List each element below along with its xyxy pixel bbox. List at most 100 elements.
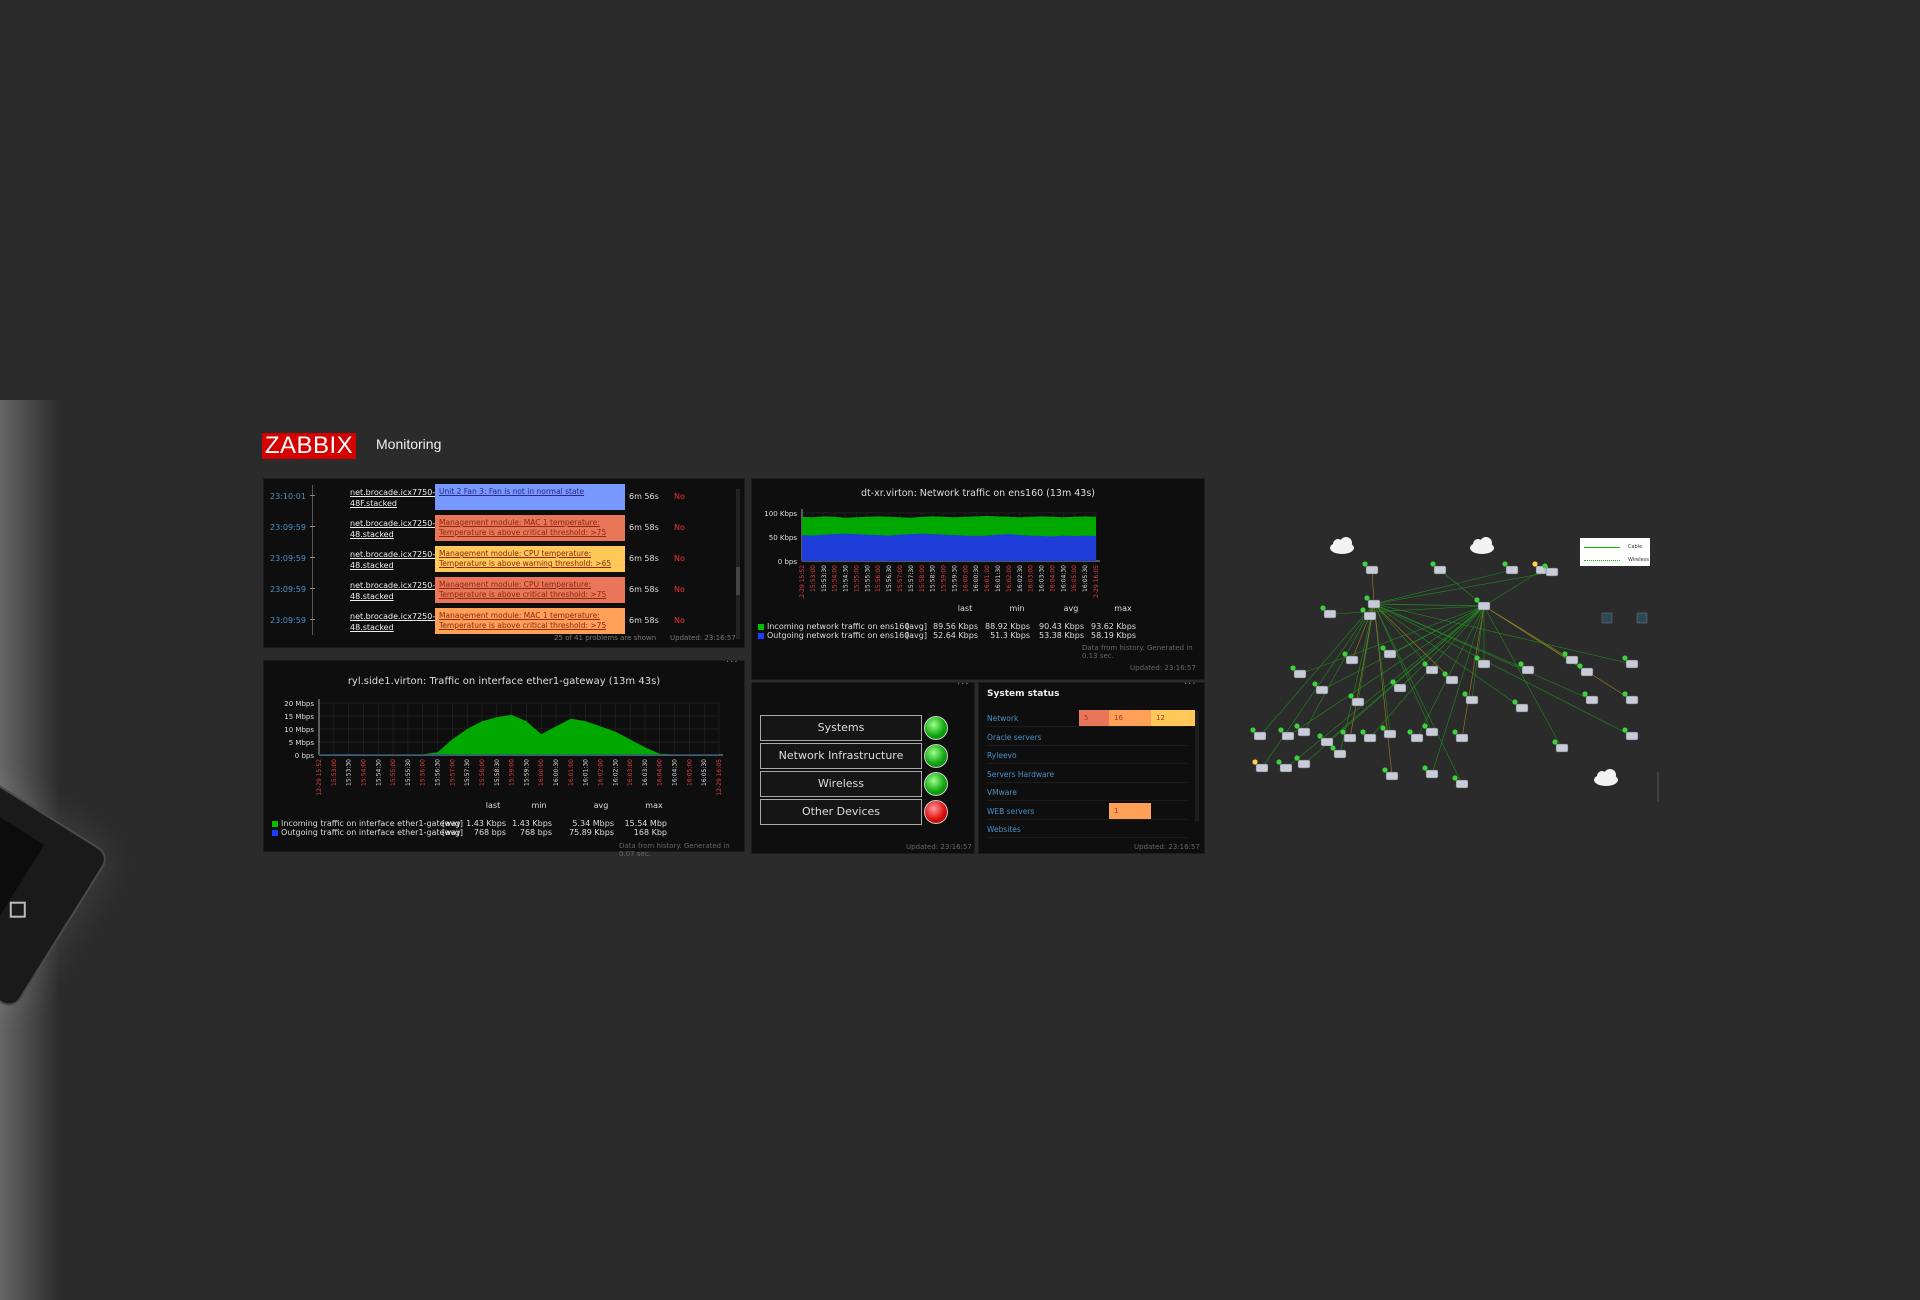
x-tick-label: 16:00:30 (553, 759, 560, 786)
service-button[interactable]: Other Devices (760, 799, 922, 825)
map-host-icon[interactable] (1250, 727, 1267, 741)
map-host-icon[interactable] (1330, 745, 1347, 759)
host-status-dot (1330, 745, 1336, 751)
problem-description[interactable]: Management module: MAC 1 temperature: Te… (435, 608, 625, 634)
problem-time[interactable]: 23:09:59 (270, 585, 306, 594)
map-host-icon[interactable] (1252, 759, 1269, 773)
cloud-icon (1330, 537, 1354, 554)
map-host-icon[interactable] (1452, 775, 1469, 789)
map-host-icon[interactable] (1512, 699, 1529, 713)
problem-row[interactable]: 23:09:59 net.brocade.icx7250-48.stacked Ma… (264, 577, 744, 605)
host-group-link[interactable]: WEB servers (987, 807, 1034, 816)
x-tick-label: 12-29 15:52 (316, 759, 323, 796)
map-host-icon[interactable] (1582, 691, 1599, 705)
map-host-icon[interactable] (1422, 661, 1439, 675)
problem-row[interactable]: 23:10:01 net.brocade.icx7750-48F.stacked U… (264, 484, 744, 512)
map-host-icon[interactable] (1622, 691, 1639, 705)
problem-host[interactable]: net.brocade.icx7250-48.stacked (350, 611, 435, 633)
severity-count[interactable]: 16 (1109, 710, 1151, 726)
service-button[interactable]: Network Infrastructure (760, 743, 922, 769)
problem-row[interactable]: 23:09:59 net.brocade.icx7250-48.stacked Ma… (264, 608, 744, 636)
series-min: 88.92 Kbps (984, 622, 1030, 631)
widget-menu-button[interactable]: ··· (726, 657, 739, 668)
host-status-dot (1252, 759, 1258, 765)
widget-menu-button[interactable]: ··· (1184, 679, 1197, 690)
map-host-icon[interactable] (1474, 597, 1491, 611)
host-status-dot (1512, 699, 1518, 705)
problem-host[interactable]: net.brocade.icx7250-48.stacked (350, 580, 435, 602)
problem-ack[interactable]: No (674, 585, 685, 594)
problem-ack[interactable]: No (674, 492, 685, 501)
traffic-graph-widget-ether1: ··· ryl.side1.virton: Traffic on interfa… (263, 657, 745, 858)
series-name: Incoming traffic on interface ether1-gat… (281, 819, 461, 828)
map-host-icon[interactable] (1360, 607, 1377, 621)
map-host-icon[interactable] (1577, 663, 1594, 677)
severity-count[interactable]: 12 (1151, 710, 1195, 726)
problem-description[interactable]: Unit 2 Fan 3: Fan is not in normal state (435, 484, 625, 510)
severity-count[interactable]: 5 (1079, 710, 1109, 726)
map-host-icon[interactable] (1462, 691, 1479, 705)
map-host-icon[interactable] (1320, 605, 1337, 619)
problem-time[interactable]: 23:10:01 (270, 492, 306, 501)
map-host-icon[interactable] (1278, 727, 1295, 741)
map-host-icon[interactable] (1290, 665, 1307, 679)
host-group-link[interactable]: Network (987, 714, 1018, 723)
problem-ack[interactable]: No (674, 616, 685, 625)
map-host-icon[interactable] (1502, 561, 1519, 575)
service-button[interactable]: Systems (760, 715, 922, 741)
problem-row[interactable]: 23:09:59 net.brocade.icx7250-48.stacked Ma… (264, 546, 744, 574)
problem-host[interactable]: net.brocade.icx7250-48.stacked (350, 549, 435, 571)
host-group-link[interactable]: VMware (987, 788, 1017, 797)
map-link (1285, 605, 1485, 769)
problem-host[interactable]: net.brocade.icx7250-48.stacked (350, 518, 435, 540)
map-host-icon[interactable] (1380, 725, 1397, 739)
map-host-icon[interactable] (1518, 661, 1535, 675)
map-host-icon[interactable] (1382, 767, 1399, 781)
problem-host[interactable]: net.brocade.icx7750-48F.stacked (350, 487, 435, 509)
host-status-dot (1380, 645, 1386, 651)
host-group-link[interactable]: Websites (987, 825, 1021, 834)
x-tick-label: 15:55:30 (864, 565, 871, 592)
severity-count[interactable]: 1 (1109, 802, 1151, 819)
map-host-icon[interactable] (1360, 729, 1377, 743)
problem-row[interactable]: 23:09:59 net.brocade.icx7250-48.stacked Ma… (264, 515, 744, 543)
host-group-link[interactable]: Oracle servers (987, 733, 1041, 742)
map-host-icon[interactable] (1340, 729, 1357, 743)
map-link (1373, 603, 1485, 607)
problem-description[interactable]: Management module: CPU temperature: Temp… (435, 577, 625, 603)
problem-ack[interactable]: No (674, 554, 685, 563)
host-group-link[interactable]: Ryleevo (987, 751, 1017, 760)
problem-description[interactable]: Management module: CPU temperature: Temp… (435, 546, 625, 572)
map-host-icon[interactable] (1422, 723, 1439, 737)
map-host-icon[interactable] (1422, 765, 1439, 779)
problem-time[interactable]: 23:09:59 (270, 616, 306, 625)
map-host-icon[interactable] (1622, 655, 1639, 669)
map-host-icon[interactable] (1294, 755, 1311, 769)
server-icon[interactable] (1601, 612, 1613, 624)
map-host-icon[interactable] (1276, 759, 1293, 773)
map-host-icon[interactable] (1622, 727, 1639, 741)
map-host-icon[interactable] (1364, 595, 1381, 609)
map-host-icon[interactable] (1348, 693, 1365, 707)
x-tick-label: 15:55:30 (405, 759, 412, 786)
map-host-icon[interactable] (1452, 729, 1469, 743)
map-host-icon[interactable] (1362, 561, 1379, 575)
problem-time[interactable]: 23:09:59 (270, 554, 306, 563)
host-group-link[interactable]: Servers Hardware (987, 770, 1054, 779)
y-tick-label: 100 Kbps (764, 510, 797, 518)
host-status-dot (1290, 665, 1296, 671)
problem-ack[interactable]: No (674, 523, 685, 532)
system-status-scrollbar[interactable] (1195, 711, 1199, 821)
server-icon[interactable] (1636, 612, 1648, 624)
widget-menu-button[interactable]: ··· (957, 679, 970, 690)
service-button[interactable]: Wireless (760, 771, 922, 797)
problems-scrollbar[interactable] (736, 489, 740, 639)
map-host-icon[interactable] (1442, 671, 1459, 685)
map-host-icon[interactable] (1430, 561, 1447, 575)
series-last: 52.64 Kbps (932, 631, 978, 640)
problem-time[interactable]: 23:09:59 (270, 523, 306, 532)
scroll-thumb[interactable] (736, 567, 740, 595)
map-host-icon[interactable] (1552, 739, 1569, 753)
map-host-icon[interactable] (1317, 733, 1334, 747)
problem-description[interactable]: Management module: MAC 1 temperature: Te… (435, 515, 625, 541)
